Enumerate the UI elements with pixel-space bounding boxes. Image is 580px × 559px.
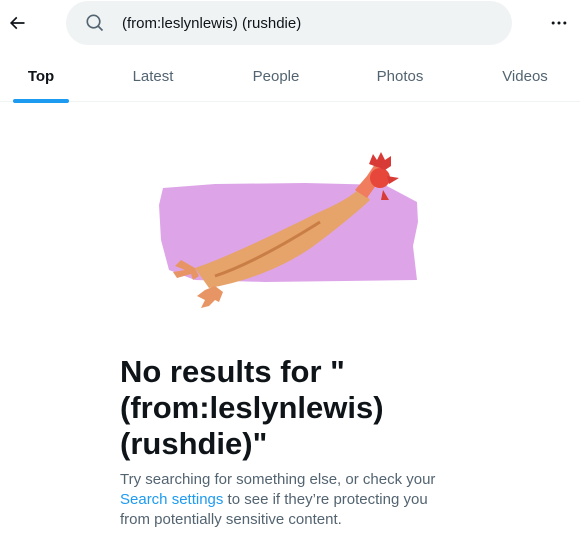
empty-state-message: Try searching for something else, or che…	[120, 470, 460, 530]
tab-top[interactable]: Top	[13, 50, 69, 103]
tab-videos[interactable]: Videos	[490, 50, 560, 102]
empty-state-title: No results for "(from:leslynlewis) (rush…	[120, 354, 384, 461]
tab-label: Latest	[132, 67, 174, 85]
tab-latest[interactable]: Latest	[118, 50, 188, 102]
search-input[interactable]	[122, 1, 492, 45]
tab-people[interactable]: People	[240, 50, 312, 102]
arrow-left-icon	[9, 16, 25, 30]
more-horizontal-icon	[551, 21, 567, 25]
header	[0, 0, 580, 46]
more-options-button[interactable]	[544, 8, 574, 38]
tab-photos[interactable]: Photos	[364, 50, 436, 102]
message-text-before: Try searching for something else, or che…	[120, 471, 436, 488]
search-settings-link[interactable]: Search settings	[120, 491, 223, 508]
search-tabs: Top Latest People Photos Videos	[0, 50, 580, 103]
tab-label: Photos	[376, 67, 424, 85]
back-button[interactable]	[2, 8, 32, 38]
tab-label: People	[252, 67, 300, 85]
search-box[interactable]	[66, 1, 512, 45]
tab-label: Top	[27, 67, 55, 85]
tab-label: Videos	[502, 67, 548, 85]
rubber-chicken-illustration	[159, 152, 418, 308]
search-icon	[86, 14, 104, 32]
active-tab-indicator	[13, 99, 69, 103]
